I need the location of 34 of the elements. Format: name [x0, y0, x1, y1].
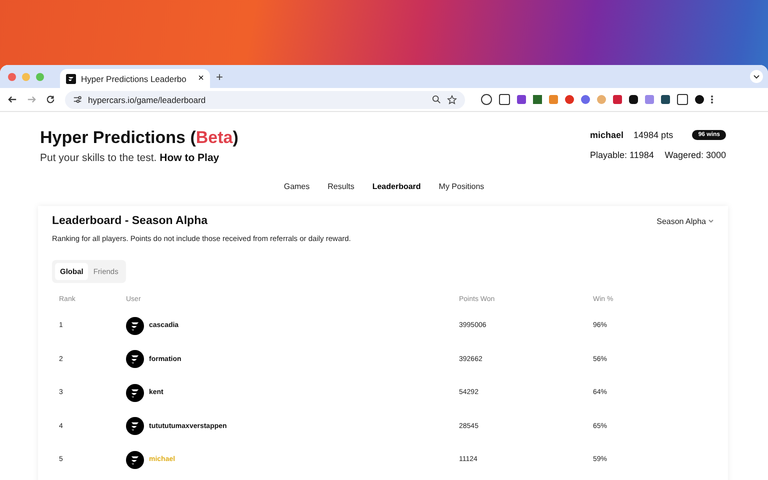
nav-link[interactable]: Results	[328, 182, 354, 191]
url-text: hypercars.io/game/leaderboard	[88, 94, 207, 104]
tab-search-icon[interactable]	[750, 70, 763, 83]
how-to-play-link[interactable]: How to Play	[160, 152, 220, 164]
site-settings-icon[interactable]	[73, 95, 82, 104]
tagline: Put your skills to the test. How to Play	[40, 152, 220, 164]
wagered-amount: Wagered: 3000	[664, 150, 726, 160]
close-tab-button[interactable]: ×	[198, 73, 204, 84]
nav-link[interactable]: My Positions	[438, 182, 484, 191]
zoom-icon[interactable]	[432, 95, 441, 104]
chevron-down-icon	[708, 218, 714, 224]
avatar-icon	[126, 450, 144, 469]
back-icon[interactable]	[8, 95, 17, 104]
close-window-icon[interactable]	[8, 72, 16, 80]
season-dropdown[interactable]: Season Alpha	[656, 216, 714, 226]
avatar-icon	[126, 316, 144, 335]
nav-link[interactable]: Leaderboard	[372, 182, 421, 191]
avatar-icon	[126, 350, 144, 368]
reload-icon[interactable]	[46, 95, 55, 104]
address-bar[interactable]: hypercars.io/game/leaderboard	[65, 90, 465, 108]
tab-title: Hyper Predictions Leaderbo	[81, 74, 188, 84]
avatar-icon	[126, 417, 144, 436]
nav-link[interactable]: Games	[284, 182, 310, 191]
avatar-icon	[126, 384, 144, 402]
app-title: Hyper Predictions (Beta)	[40, 128, 238, 148]
profile-avatar[interactable]	[695, 95, 704, 104]
star-icon[interactable]	[447, 94, 457, 104]
username: michael	[590, 130, 624, 140]
leaderboard-title: Leaderboard - Season Alpha	[52, 215, 208, 227]
new-tab-button[interactable]: +	[216, 70, 224, 84]
playable-balance: Playable: 11984	[590, 150, 654, 160]
browser-tab[interactable]: Hyper Predictions Leaderbo ×	[60, 69, 210, 88]
points-total: 14984 pts	[634, 130, 674, 140]
site-logo-icon	[66, 74, 76, 84]
